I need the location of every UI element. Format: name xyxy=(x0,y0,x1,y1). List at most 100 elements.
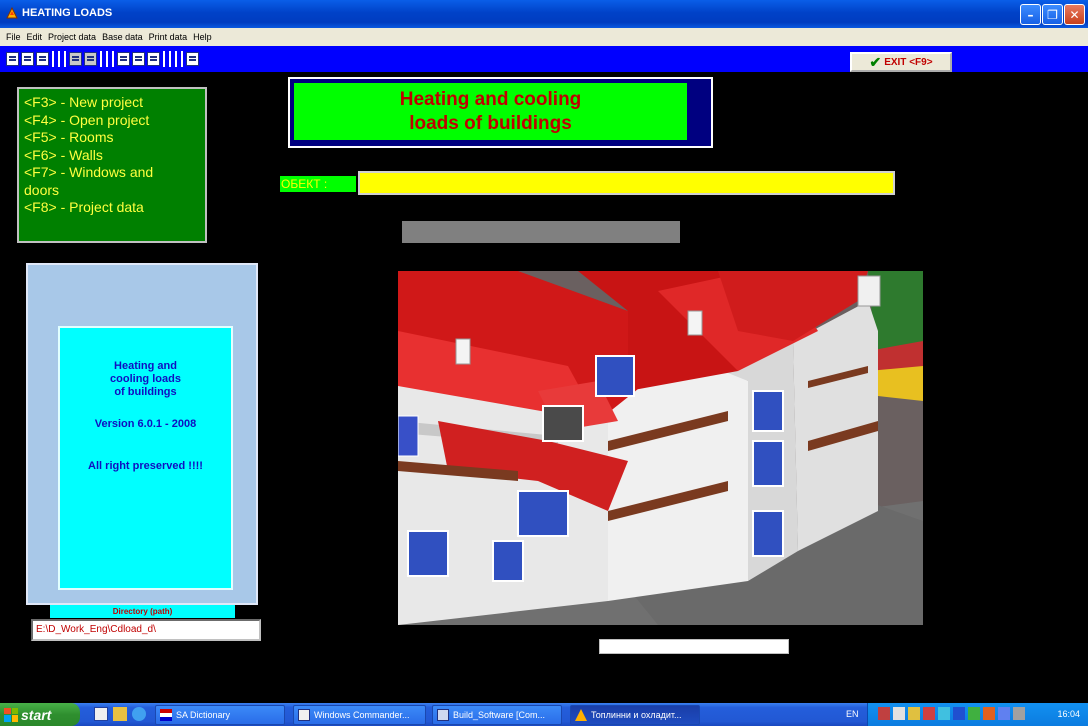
bluetooth-icon[interactable] xyxy=(953,707,965,720)
toolbar-separator xyxy=(100,51,102,67)
menu-file[interactable]: File xyxy=(6,32,21,42)
directory-path-field[interactable]: E:\D_Work_Eng\Cdload_d\ xyxy=(31,619,261,641)
task-sa-dictionary[interactable]: SA Dictionary xyxy=(155,705,285,725)
printer-icon[interactable] xyxy=(1013,707,1025,720)
update-icon[interactable] xyxy=(968,707,980,720)
title-bar: HEATING LOADS – ❐ ✕ xyxy=(0,0,1088,28)
messenger-icon[interactable] xyxy=(983,707,995,720)
status-bar-grey xyxy=(402,221,680,243)
rooms-icon[interactable] xyxy=(69,52,82,66)
toolbar-separator xyxy=(64,51,66,67)
menu-base-data[interactable]: Base data xyxy=(102,32,143,42)
checkmark-icon: ✔ xyxy=(869,53,882,70)
window-app-icon xyxy=(437,709,449,721)
toolbar-separator xyxy=(112,51,114,67)
task-heating-loads[interactable]: Топлинни и охладит... xyxy=(570,705,700,725)
menu-project-data[interactable]: Project data xyxy=(48,32,96,42)
commander-icon[interactable] xyxy=(94,707,108,721)
directory-label: Directory (path) xyxy=(50,605,235,618)
task-label: Топлинни и охладит... xyxy=(591,710,682,720)
toolbar-separator xyxy=(181,51,183,67)
calculate-icon[interactable] xyxy=(117,52,130,66)
toolbar-separator xyxy=(175,51,177,67)
internet-explorer-icon[interactable] xyxy=(132,707,146,721)
menu-print-data[interactable]: Print data xyxy=(149,32,188,42)
menu-bar: File Edit Project data Base data Print d… xyxy=(0,28,1088,46)
list-icon[interactable] xyxy=(132,52,145,66)
toolbar-separator xyxy=(106,51,108,67)
building-image xyxy=(398,271,923,625)
task-label: Windows Commander... xyxy=(314,710,410,720)
about-title: Heating and cooling loads of buildings xyxy=(60,360,231,399)
taskbar: start SA Dictionary Windows Commander...… xyxy=(0,703,1088,726)
new-file-icon[interactable] xyxy=(6,52,19,66)
close-icon: ✕ xyxy=(1069,7,1080,22)
banner-line-2: loads of buildings xyxy=(409,112,572,134)
sync-icon[interactable] xyxy=(938,707,950,720)
network-icon[interactable] xyxy=(878,707,890,720)
explorer-icon[interactable] xyxy=(113,707,127,721)
status-field xyxy=(599,639,789,654)
system-tray: 16:04 xyxy=(867,703,1088,726)
about-rights: All right preserved !!!! xyxy=(88,460,203,472)
close-button[interactable]: ✕ xyxy=(1064,4,1085,25)
walls-icon[interactable] xyxy=(84,52,97,66)
toolbar-separator xyxy=(52,51,54,67)
object-field[interactable] xyxy=(358,171,895,195)
title-banner-inner: Heating and cooling loads of buildings xyxy=(294,83,687,140)
exit-button[interactable]: ✔ EXIT <F9> xyxy=(850,52,952,72)
fkey-windows-doors[interactable]: <F7> - Windows and xyxy=(24,164,205,182)
toolbar-separator xyxy=(169,51,171,67)
task-build-software[interactable]: Build_Software [Com... xyxy=(432,705,562,725)
fkey-walls[interactable]: <F6> - Walls xyxy=(24,147,205,165)
maximize-icon: ❐ xyxy=(1047,7,1058,22)
maximize-button[interactable]: ❐ xyxy=(1042,4,1063,25)
task-windows-commander[interactable]: Windows Commander... xyxy=(293,705,426,725)
security-icon[interactable] xyxy=(923,707,935,720)
title-banner: Heating and cooling loads of buildings xyxy=(288,77,713,148)
app-icon xyxy=(6,6,18,19)
clock[interactable]: 16:04 xyxy=(1057,709,1080,719)
window-title: HEATING LOADS xyxy=(22,7,113,19)
minimize-button[interactable]: – xyxy=(1020,4,1041,25)
flag-icon xyxy=(160,709,172,721)
save-icon[interactable] xyxy=(36,52,49,66)
window-icon[interactable] xyxy=(147,52,160,66)
tray-icons xyxy=(878,707,1025,720)
task-label: SA Dictionary xyxy=(176,710,231,720)
fkey-windows-doors-cont[interactable]: doors xyxy=(24,182,205,200)
function-key-menu: <F3> - New project <F4> - Open project <… xyxy=(17,87,207,243)
start-button[interactable]: start xyxy=(0,703,80,726)
volume-icon[interactable] xyxy=(893,707,905,720)
toolbar-separator xyxy=(58,51,60,67)
about-version: Version 6.0.1 - 2008 xyxy=(94,418,197,430)
minimize-icon: – xyxy=(1027,7,1034,22)
start-label: start xyxy=(21,706,52,723)
banner-line-1: Heating and cooling xyxy=(399,88,582,110)
fkey-project-data[interactable]: <F8> - Project data xyxy=(24,199,205,217)
open-folder-icon[interactable] xyxy=(21,52,34,66)
fkey-rooms[interactable]: <F5> - Rooms xyxy=(24,129,205,147)
application-window: HEATING LOADS – ❐ ✕ File Edit Project da… xyxy=(0,0,1088,726)
about-panel: Heating and cooling loads of buildings V… xyxy=(26,263,258,605)
floppy-icon xyxy=(298,709,310,721)
toolbar-icons xyxy=(6,51,199,67)
quick-launch xyxy=(94,707,146,721)
exit-run-icon[interactable] xyxy=(186,52,199,66)
display-icon[interactable] xyxy=(998,707,1010,720)
fkey-open-project[interactable]: <F4> - Open project xyxy=(24,112,205,130)
about-line-3: of buildings xyxy=(114,386,177,398)
menu-help[interactable]: Help xyxy=(193,32,212,42)
about-line-2: cooling loads xyxy=(110,373,181,385)
fkey-new-project[interactable]: <F3> - New project xyxy=(24,94,205,112)
task-label: Build_Software [Com... xyxy=(453,710,546,720)
object-label: ОБЕКТ : xyxy=(280,176,356,192)
about-card: Heating and cooling loads of buildings V… xyxy=(58,326,233,590)
menu-edit[interactable]: Edit xyxy=(27,32,43,42)
antivirus-icon[interactable] xyxy=(908,707,920,720)
toolbar-separator xyxy=(163,51,165,67)
windows-logo-icon xyxy=(4,707,18,722)
heating-app-icon xyxy=(575,709,587,721)
language-indicator[interactable]: EN xyxy=(846,709,859,719)
exit-button-label: EXIT <F9> xyxy=(884,56,933,68)
